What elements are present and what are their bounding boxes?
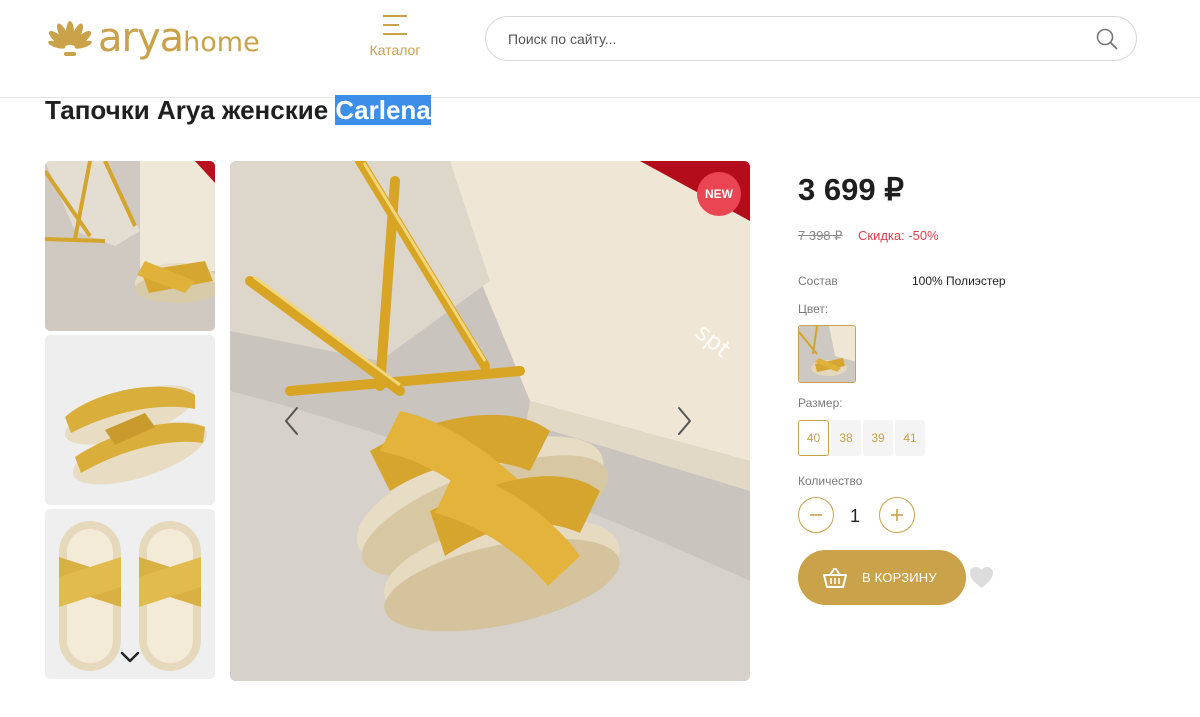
thumbnail-2[interactable] bbox=[45, 335, 215, 505]
site-header: aryahome Каталог bbox=[0, 0, 1200, 98]
logo-icon bbox=[48, 20, 92, 56]
chevron-left-icon[interactable] bbox=[282, 405, 302, 437]
color-swatch[interactable] bbox=[798, 325, 856, 383]
minus-icon bbox=[810, 514, 822, 516]
size-option-39[interactable]: 39 bbox=[863, 420, 893, 456]
discount-label: Скидка: -50% bbox=[858, 228, 939, 243]
thumbnail-list bbox=[45, 161, 215, 683]
product-title-text: Тапочки Arya женские bbox=[45, 95, 329, 125]
color-label: Цвет: bbox=[798, 302, 829, 316]
quantity-decrease-button[interactable] bbox=[798, 497, 834, 533]
size-option-38[interactable]: 38 bbox=[831, 420, 861, 456]
catalog-label: Каталог bbox=[369, 42, 421, 58]
size-selector: 40 38 39 41 bbox=[798, 420, 925, 456]
size-option-41[interactable]: 41 bbox=[895, 420, 925, 456]
basket-icon bbox=[823, 567, 847, 588]
composition-value: 100% Полиэстер bbox=[912, 274, 1006, 288]
product-price: 3 699 ₽ bbox=[798, 172, 904, 207]
main-product-image[interactable] bbox=[230, 161, 750, 681]
composition-label: Состав bbox=[798, 274, 838, 288]
size-label: Размер: bbox=[798, 396, 843, 410]
search-bar bbox=[485, 16, 1137, 61]
search-input[interactable] bbox=[508, 17, 1078, 60]
size-option-40[interactable]: 40 bbox=[798, 420, 829, 456]
heart-icon[interactable] bbox=[969, 566, 994, 589]
logo-text: aryahome bbox=[98, 16, 260, 65]
add-to-cart-label: В КОРЗИНУ bbox=[862, 570, 937, 585]
logo[interactable]: aryahome bbox=[46, 16, 260, 65]
menu-icon bbox=[383, 15, 407, 35]
thumbnail-1[interactable] bbox=[45, 161, 215, 331]
chevron-right-icon[interactable] bbox=[674, 405, 694, 437]
catalog-button[interactable]: Каталог bbox=[362, 14, 428, 58]
plus-icon bbox=[891, 509, 903, 521]
search-icon[interactable] bbox=[1096, 28, 1118, 50]
quantity-increase-button[interactable] bbox=[879, 497, 915, 533]
chevron-down-icon[interactable] bbox=[119, 650, 141, 664]
add-to-cart-button[interactable]: В КОРЗИНУ bbox=[798, 550, 966, 605]
new-badge: NEW bbox=[697, 172, 741, 216]
logo-text-main: arya bbox=[98, 15, 184, 61]
logo-text-suffix: home bbox=[183, 27, 260, 58]
quantity-value[interactable]: 1 bbox=[840, 506, 870, 527]
product-title-highlight: Carlena bbox=[335, 95, 431, 125]
product-title: Тапочки Arya женские Carlena bbox=[45, 95, 431, 126]
old-price: 7 398 ₽ bbox=[798, 228, 843, 243]
quantity-label: Количество bbox=[798, 474, 863, 488]
